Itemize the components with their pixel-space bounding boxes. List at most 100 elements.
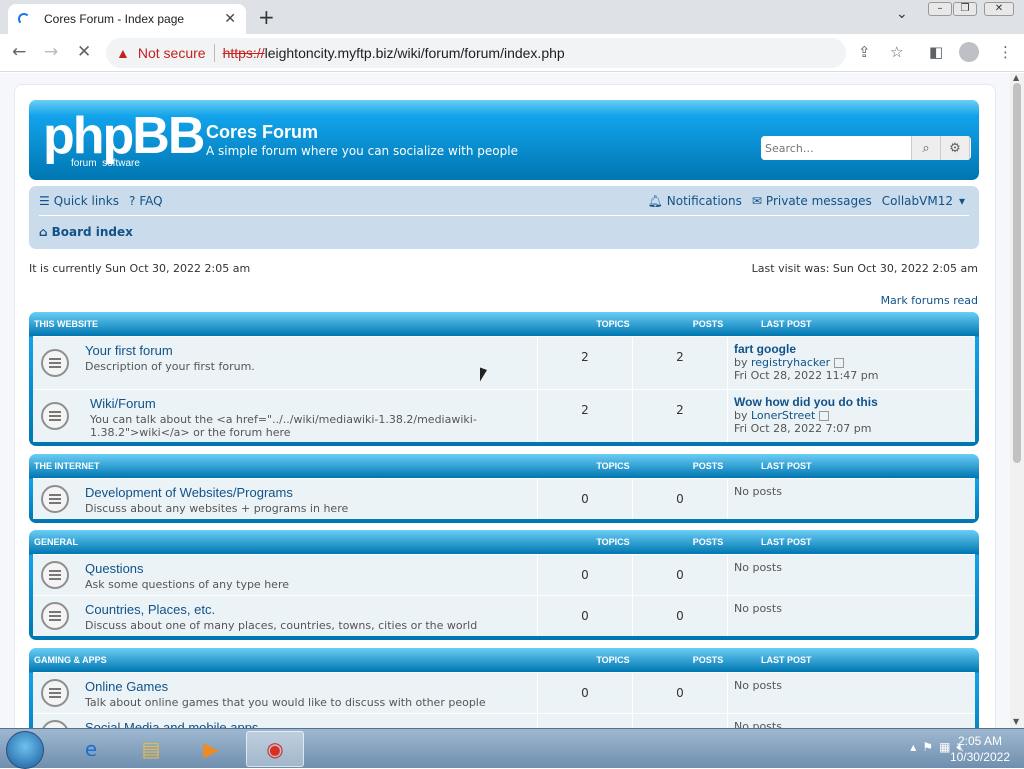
forum-description: Description of your first forum. — [85, 360, 255, 373]
scrollbar-thumb[interactable] — [1013, 83, 1021, 463]
forum-read-icon — [41, 485, 69, 513]
forum-row: Social Media and mobile apps 0 0 No post… — [33, 713, 975, 728]
forum-read-icon — [41, 349, 69, 377]
faq-label: FAQ — [139, 193, 163, 208]
action-center-flag-icon[interactable]: ⚑ — [922, 740, 933, 755]
col-last-post-header: LAST POST — [761, 655, 812, 665]
last-post-author-link[interactable]: registryhacker — [751, 356, 830, 369]
mark-forums-read-link[interactable]: Mark forums read — [881, 294, 978, 307]
chrome-taskbar-icon[interactable]: ◉ — [246, 731, 304, 767]
restore-window-button[interactable]: ❐ — [953, 2, 977, 16]
bell-icon: 🔔︎ — [647, 193, 663, 208]
category-title[interactable]: THIS WEBSITE — [33, 319, 565, 329]
new-tab-icon[interactable]: + — [258, 4, 275, 30]
hamburger-icon: ☰ — [39, 193, 50, 208]
topics-count: 2 — [537, 337, 632, 389]
category-title[interactable]: GAMING & APPS — [33, 655, 565, 665]
notifications-link[interactable]: 🔔︎ Notifications — [648, 194, 742, 208]
quick-links-label: Quick links — [53, 193, 119, 208]
username-label: CollabVM12 — [881, 193, 953, 208]
forum-row: Questions Ask some questions of any type… — [33, 554, 975, 595]
search-icon[interactable]: ⌕ — [912, 136, 941, 160]
close-window-button[interactable]: ✕ — [984, 2, 1014, 16]
menu-kebab-icon[interactable]: ⋮ — [998, 43, 1013, 61]
forum-description: You can talk about the <a href="../../wi… — [90, 413, 477, 439]
category-title[interactable]: THE INTERNET — [33, 461, 565, 471]
forum-read-icon — [41, 402, 69, 430]
address-bar[interactable]: ▲ Not secure https:// leightoncity.myftp… — [106, 38, 846, 68]
forum-description: Discuss about one of many places, countr… — [85, 619, 478, 632]
category-block: THE INTERNET TOPICS POSTS LAST POST Deve… — [29, 454, 979, 523]
bookmark-star-icon[interactable]: ☆ — [890, 43, 903, 61]
phpbb-logo[interactable]: phpBB forum software — [43, 110, 205, 169]
stop-loading-icon[interactable]: ✕ — [77, 42, 91, 62]
last-post-title-link[interactable]: fart google — [734, 343, 975, 356]
browser-tab[interactable]: Cores Forum - Index page ✕ — [8, 4, 246, 34]
col-last-post-header: LAST POST — [761, 319, 812, 329]
back-arrow-icon[interactable]: ← — [12, 42, 26, 62]
last-post-author-link[interactable]: LonerStreet — [751, 409, 815, 422]
col-topics-header: TOPICS — [596, 655, 630, 665]
show-hidden-icons-icon[interactable]: ▴ — [910, 740, 916, 755]
posts-count: 2 — [632, 337, 727, 389]
posts-count: 2 — [632, 390, 727, 442]
scroll-down-arrow-icon[interactable]: ▼ — [1013, 717, 1019, 726]
tab-search-chevron-icon[interactable]: ⌄ — [896, 6, 908, 22]
user-menu[interactable]: CollabVM12 ▾ — [882, 194, 969, 208]
by-label: by — [734, 409, 748, 422]
start-button[interactable] — [6, 731, 44, 769]
forum-title-link[interactable]: Your first forum — [85, 343, 537, 358]
by-label: by — [734, 356, 748, 369]
scroll-up-arrow-icon[interactable]: ▲ — [1013, 73, 1019, 82]
forum-title-link[interactable]: Questions — [85, 561, 537, 576]
col-posts-header: POSTS — [692, 537, 724, 547]
forward-arrow-icon[interactable]: → — [44, 42, 58, 62]
network-icon[interactable]: ▦ — [939, 740, 950, 755]
forum-title-link[interactable]: Online Games — [85, 679, 537, 694]
view-latest-post-icon[interactable] — [834, 358, 845, 368]
no-posts-label: No posts — [734, 602, 782, 615]
forum-title-link[interactable]: Countries, Places, etc. — [85, 602, 537, 617]
forum-read-icon — [41, 561, 69, 589]
file-explorer-icon[interactable]: ▤ — [122, 731, 180, 767]
forum-row: Your first forum Description of your fir… — [33, 336, 975, 389]
quick-links-menu[interactable]: ☰ Quick links — [39, 194, 119, 208]
search-input[interactable] — [761, 136, 912, 160]
advanced-search-gear-icon[interactable]: ⚙ — [941, 136, 970, 160]
clock-date: 10/30/2022 — [949, 750, 1010, 764]
private-messages-link[interactable]: ✉ Private messages — [752, 194, 872, 208]
profile-avatar-icon[interactable] — [959, 42, 979, 62]
posts-count: 0 — [632, 673, 727, 713]
not-secure-label[interactable]: Not secure — [138, 45, 206, 61]
warning-triangle-icon[interactable]: ▲ — [116, 45, 130, 61]
category-block: GENERAL TOPICS POSTS LAST POST Questions… — [29, 530, 979, 640]
last-visit-text: Last visit was: Sun Oct 30, 2022 2:05 am — [751, 262, 978, 275]
last-post-title-link[interactable]: Wow how did you do this — [734, 396, 975, 409]
col-posts-header: POSTS — [692, 319, 724, 329]
posts-count: 0 — [632, 479, 727, 519]
share-icon[interactable]: ⇪ — [858, 43, 871, 61]
col-last-post-header: LAST POST — [761, 537, 812, 547]
minimize-window-button[interactable]: – — [928, 2, 952, 16]
close-tab-icon[interactable]: ✕ — [224, 11, 236, 27]
topics-count: 2 — [537, 390, 632, 442]
forum-title-link[interactable]: Social Media and mobile apps — [85, 720, 537, 728]
media-player-icon[interactable]: ▶ — [182, 731, 240, 767]
col-last-post-header: LAST POST — [761, 461, 812, 471]
category-title[interactable]: GENERAL — [33, 537, 565, 547]
internet-explorer-icon[interactable]: e — [62, 731, 120, 767]
topics-count: 0 — [537, 596, 632, 636]
board-index-breadcrumb[interactable]: ⌂ Board index — [39, 225, 133, 239]
page-scrollbar[interactable]: ▲ ▼ — [1010, 73, 1024, 728]
question-circle-icon: ? — [129, 193, 136, 208]
col-topics-header: TOPICS — [596, 537, 630, 547]
forum-title-link[interactable]: Wiki/Forum — [85, 396, 537, 411]
forum-wrap: phpBB forum software Cores Forum A simpl… — [14, 84, 996, 728]
board-index-label: Board index — [51, 225, 133, 239]
caret-down-icon: ▾ — [958, 193, 965, 208]
view-latest-post-icon[interactable] — [819, 411, 830, 421]
side-panel-icon[interactable]: ◧ — [929, 43, 943, 61]
taskbar-clock[interactable]: 2:05 AM 10/30/2022 — [950, 733, 1010, 765]
faq-link[interactable]: ? FAQ — [129, 194, 163, 208]
forum-title-link[interactable]: Development of Websites/Programs — [85, 485, 537, 500]
